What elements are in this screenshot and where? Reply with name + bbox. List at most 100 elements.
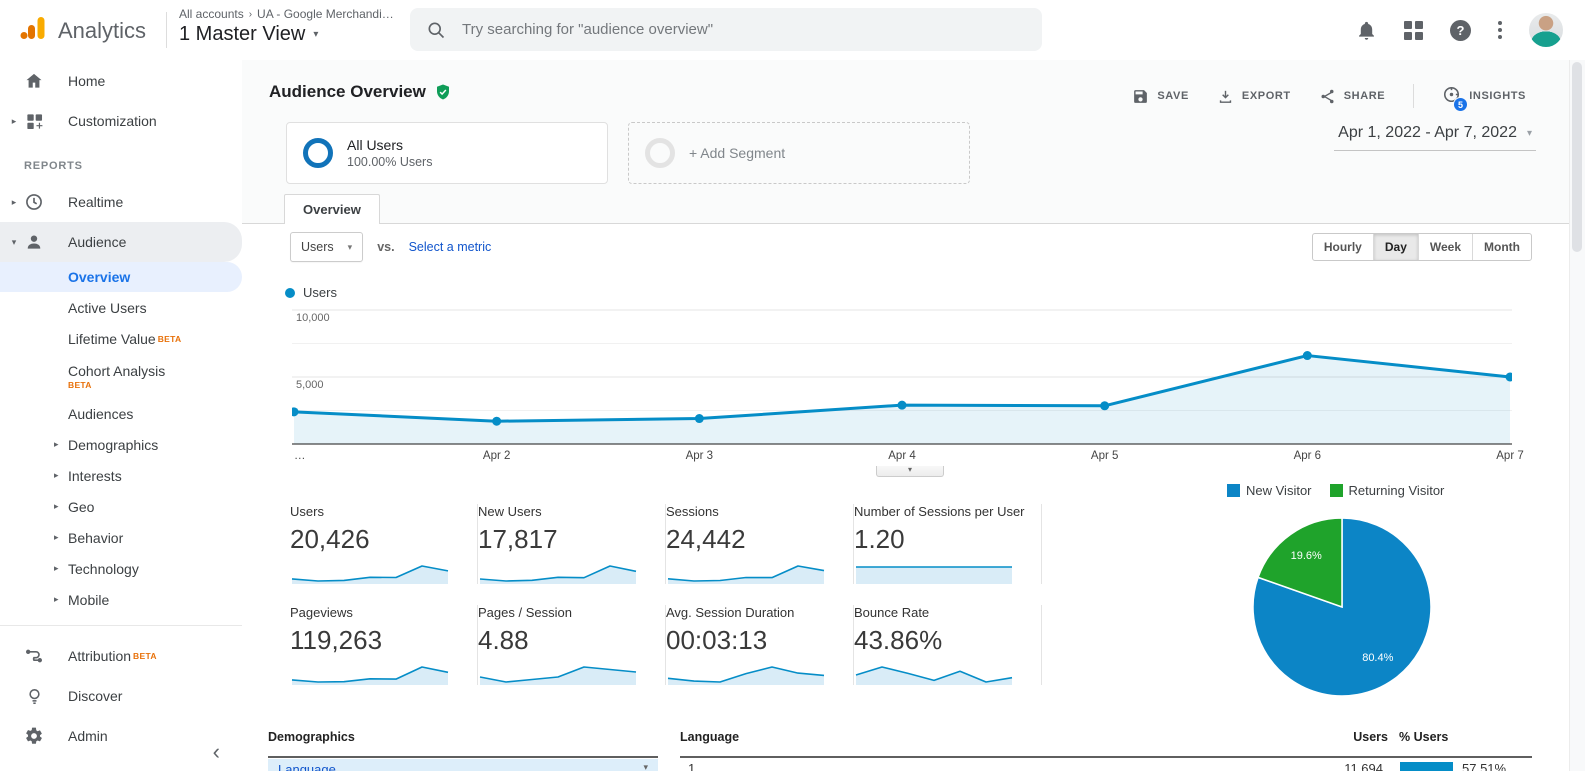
page-title: Audience Overview <box>269 82 452 102</box>
granularity-hourly-button[interactable]: Hourly <box>1313 234 1373 260</box>
view-dropdown-caret-icon[interactable]: ▾ <box>313 29 318 40</box>
expand-arrow-icon[interactable]: ▸ <box>54 501 59 512</box>
expand-arrow-icon[interactable]: ▸ <box>54 439 59 450</box>
expand-arrow-icon[interactable]: ▸ <box>6 197 22 208</box>
date-range-selector[interactable]: Apr 1, 2022 - Apr 7, 2022 ▾ <box>1334 124 1536 151</box>
x-axis-tick-label: Apr 5 <box>1090 450 1119 462</box>
metric-card-sessions-per-user[interactable]: Number of Sessions per User 1.20 <box>854 504 1042 584</box>
granularity-day-button[interactable]: Day <box>1372 234 1418 260</box>
share-button[interactable]: SHARE <box>1319 88 1386 105</box>
metric-card-avg-session-duration[interactable]: Avg. Session Duration 00:03:13 <box>666 605 854 685</box>
granularity-week-button[interactable]: Week <box>1417 234 1472 260</box>
expand-arrow-icon[interactable]: ▸ <box>6 116 22 127</box>
scrollbar-thumb[interactable] <box>1572 62 1582 252</box>
help-icon[interactable]: ? <box>1450 19 1471 41</box>
sidebar-item-behavior[interactable]: ▸ Behavior <box>0 522 242 553</box>
export-button[interactable]: EXPORT <box>1217 88 1291 105</box>
save-icon <box>1134 89 1148 103</box>
sidebar-item-attribution[interactable]: Attribution BETA <box>0 636 242 676</box>
sidebar-item-geo[interactable]: ▸ Geo <box>0 491 242 522</box>
sort-caret-icon[interactable]: ▾ <box>643 762 648 771</box>
sidebar-item-demographics[interactable]: ▸ Demographics <box>0 429 242 460</box>
demographics-language-item[interactable]: Language ▾ <box>268 759 658 771</box>
search-icon <box>428 22 445 38</box>
users-timeseries-chart[interactable]: 10,000 5,000 … Apr 2 Apr 3 Apr 4 Apr 5 Apr 6 A… <box>289 300 1524 480</box>
collapse-sidebar-chevron-icon[interactable]: ‹ <box>213 741 220 763</box>
google-apps-grid-icon[interactable] <box>1404 20 1423 40</box>
metric-card-pages-per-session[interactable]: Pages / Session 4.88 <box>478 605 666 685</box>
sparkline <box>667 565 825 584</box>
breadcrumb-current[interactable]: UA - Google Merchandi… <box>257 7 394 21</box>
breadcrumb-root[interactable]: All accounts <box>179 7 244 21</box>
granularity-month-button[interactable]: Month <box>1472 234 1531 260</box>
view-name[interactable]: 1 Master View <box>179 23 305 46</box>
sidebar-item-lifetime-value[interactable]: Lifetime Value BETA <box>0 323 242 354</box>
sidebar-item-realtime[interactable]: ▸ Realtime <box>0 182 242 222</box>
audience-person-icon <box>22 232 46 252</box>
sidebar-item-technology[interactable]: ▸ Technology <box>0 553 242 584</box>
sidebar-item-admin[interactable]: Admin <box>0 716 242 756</box>
legend-label: Users <box>303 285 337 300</box>
y-axis-tick-label: 10,000 <box>296 312 330 324</box>
visitor-type-pie-chart[interactable]: 80.4% 19.6% <box>1250 515 1434 699</box>
home-icon <box>22 71 46 91</box>
annotation-caret-icon: ▾ <box>907 465 912 474</box>
sidebar-item-cohort-analysis[interactable]: Cohort Analysis BETA <box>0 354 242 398</box>
search-bar[interactable] <box>410 8 1042 51</box>
metric-picker: Users ▾ vs. Select a metric <box>290 232 491 262</box>
page-scrollbar[interactable] <box>1569 60 1585 771</box>
notifications-bell-icon[interactable] <box>1356 20 1377 41</box>
pie-slice-label: 80.4% <box>1362 651 1394 664</box>
sidebar-item-active-users[interactable]: Active Users <box>0 292 242 323</box>
expand-arrow-icon[interactable]: ▸ <box>54 594 59 605</box>
metric-dropdown[interactable]: Users ▾ <box>290 232 364 262</box>
sidebar-item-interests[interactable]: ▸ Interests <box>0 460 242 491</box>
tab-overview[interactable]: Overview <box>284 194 380 224</box>
collapse-arrow-icon[interactable]: ▾ <box>6 237 22 248</box>
annotations-pull-tab[interactable]: ▾ <box>876 466 944 477</box>
sidebar-item-mobile[interactable]: ▸ Mobile <box>0 584 242 615</box>
main-content: Audience Overview SAVE EXPORT SHARE 5 IN… <box>242 60 1570 771</box>
x-axis-tick-label: … <box>294 450 306 462</box>
metric-card-sessions[interactable]: Sessions 24,442 <box>666 504 854 584</box>
metric-card-new-users[interactable]: New Users 17,817 <box>478 504 666 584</box>
logo[interactable]: Analytics <box>18 13 146 48</box>
sidebar-item-overview[interactable]: Overview <box>0 262 242 292</box>
metric-card-pageviews[interactable]: Pageviews 119,263 <box>290 605 478 685</box>
breadcrumb[interactable]: All accounts › UA - Google Merchandi… <box>179 7 394 21</box>
sidebar-item-discover[interactable]: Discover <box>0 676 242 716</box>
column-header-language[interactable]: Language <box>680 730 739 744</box>
sidebar-item-home[interactable]: Home <box>0 61 242 101</box>
beta-badge: BETA <box>157 333 182 344</box>
metric-card-bounce-rate[interactable]: Bounce Rate 43.86% <box>854 605 1042 685</box>
header-divider <box>166 12 167 48</box>
segment-ring-icon <box>645 138 675 168</box>
expand-arrow-icon[interactable]: ▸ <box>54 532 59 543</box>
insights-button[interactable]: 5 INSIGHTS <box>1442 85 1526 112</box>
segment-ring-icon <box>303 138 333 168</box>
save-button[interactable]: SAVE <box>1132 88 1189 105</box>
user-avatar[interactable] <box>1529 13 1563 47</box>
add-segment-button[interactable]: + Add Segment <box>628 122 970 184</box>
sidebar-item-label: Home <box>68 73 106 89</box>
sidebar-item-customization[interactable]: ▸ Customization <box>0 101 242 141</box>
expand-arrow-icon[interactable]: ▸ <box>54 563 59 574</box>
sidebar-item-audience[interactable]: ▾ Audience <box>0 222 242 262</box>
table-row[interactable]: 1. 11,694 57.51% <box>680 761 1532 771</box>
sparkline <box>479 666 637 685</box>
column-header-users[interactable]: Users <box>1288 730 1388 744</box>
x-axis-tick-label: Apr 6 <box>1293 450 1322 462</box>
column-header-pct-users[interactable]: % Users <box>1399 730 1469 744</box>
date-range-caret-icon: ▾ <box>1526 127 1532 139</box>
select-metric-link[interactable]: Select a metric <box>409 240 492 254</box>
sidebar-item-audiences[interactable]: Audiences <box>0 398 242 429</box>
dropdown-caret-icon: ▾ <box>347 241 353 252</box>
metric-card-users[interactable]: Users 20,426 <box>290 504 478 584</box>
expand-arrow-icon[interactable]: ▸ <box>54 470 59 481</box>
realtime-clock-icon <box>22 192 46 212</box>
view-selector[interactable]: 1 Master View ▾ <box>179 23 394 46</box>
search-input[interactable] <box>460 20 1042 39</box>
more-options-icon[interactable] <box>1498 21 1502 39</box>
row-rank: 1. <box>688 761 699 771</box>
segment-all-users[interactable]: All Users 100.00% Users <box>286 122 608 184</box>
